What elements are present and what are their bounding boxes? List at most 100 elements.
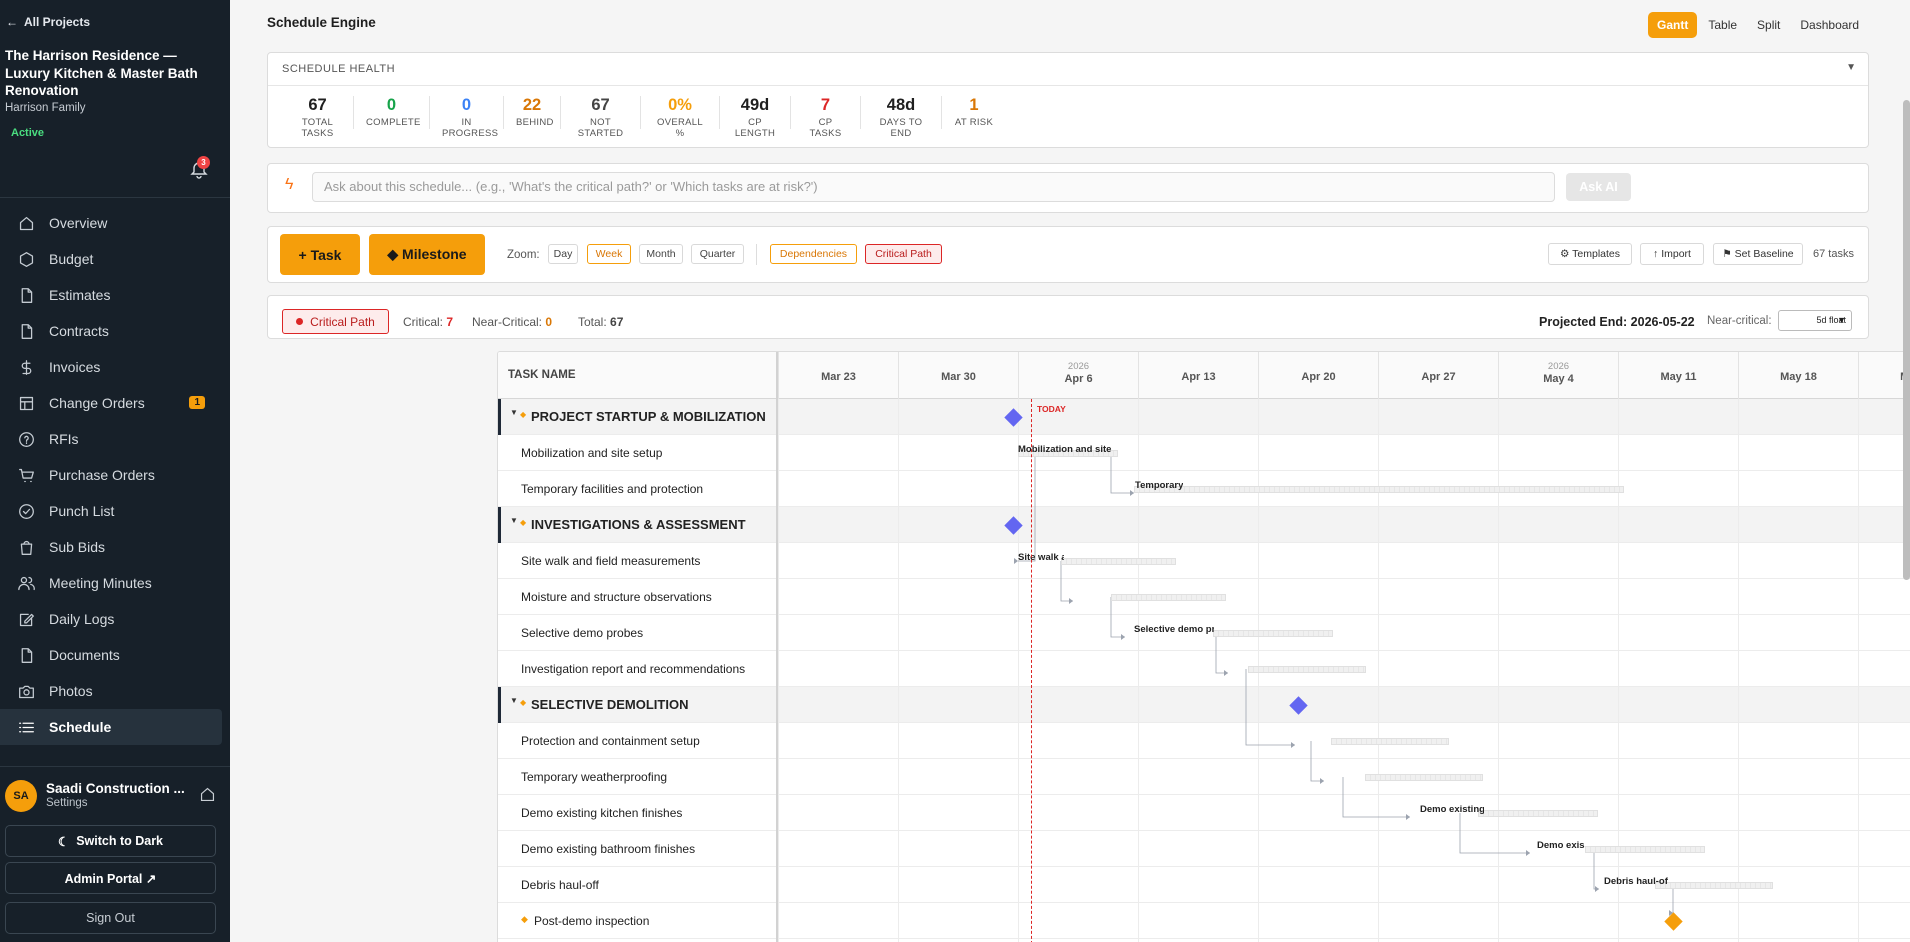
dependency-arrowhead — [1069, 598, 1073, 604]
help-circle-icon — [19, 431, 34, 447]
task-bar[interactable] — [1213, 630, 1333, 637]
near-critical-label: Near-Critical: — [472, 315, 543, 329]
dependency-line — [1060, 561, 1073, 602]
import-button[interactable]: ↑ Import — [1640, 243, 1704, 265]
sidebar-item-invoices[interactable]: Invoices — [0, 349, 230, 385]
task-bar-label: Site walk a — [1018, 552, 1064, 563]
health-metric: 22 BEHIND — [504, 96, 561, 129]
task-bar[interactable] — [1585, 846, 1705, 853]
critical-path-toggle[interactable]: Critical Path — [865, 244, 942, 264]
sidebar-item-budget[interactable]: Budget — [0, 241, 230, 277]
sidebar-item-label: Punch List — [49, 503, 115, 519]
arrow-left-icon: ← — [6, 15, 18, 29]
metric-value: 22 — [522, 96, 542, 114]
ask-ai-button[interactable]: Ask AI — [1566, 173, 1631, 201]
sidebar-item-label: Documents — [49, 647, 120, 663]
critical-label: Critical: — [403, 315, 444, 329]
metric-label: CP LENGTH — [734, 117, 776, 139]
metric-label: CP TASKS — [809, 117, 842, 139]
sidebar-item-label: Invoices — [49, 359, 101, 375]
add-task-button[interactable]: + Task — [280, 234, 360, 275]
dependency-arrowhead — [1291, 742, 1295, 748]
task-bar-label: Mobilization and site s — [1018, 444, 1114, 455]
sidebar-item-sub-bids[interactable]: Sub Bids — [0, 529, 230, 565]
zoom-month-button[interactable]: Month — [639, 244, 683, 264]
metric-value: 48d — [886, 96, 916, 114]
document-icon — [21, 287, 33, 303]
dollar-icon — [21, 359, 32, 375]
task-bar[interactable] — [1478, 810, 1598, 817]
view-tab-dashboard[interactable]: Dashboard — [1791, 12, 1868, 38]
view-tab-split[interactable]: Split — [1748, 12, 1789, 38]
sidebar-item-label: Estimates — [49, 287, 111, 303]
critical-path-pill[interactable]: Critical Path — [282, 309, 389, 334]
sidebar-item-schedule[interactable]: Schedule — [0, 709, 222, 745]
task-bar[interactable] — [1111, 594, 1226, 601]
task-bar[interactable] — [1365, 774, 1483, 781]
admin-portal-button[interactable]: Admin Portal ↗ — [5, 862, 216, 894]
metric-label: BEHIND — [516, 117, 554, 128]
project-title: The Harrison Residence — Luxury Kitchen … — [5, 48, 198, 98]
projected-end: Projected End: 2026-05-22 — [1539, 315, 1695, 329]
task-bar[interactable] — [1061, 558, 1176, 565]
company-avatar[interactable]: SA — [5, 780, 37, 812]
critical-path-bar: Critical Path Critical: 7 Near-Critical:… — [267, 295, 1869, 339]
zoom-quarter-button[interactable]: Quarter — [691, 244, 744, 264]
view-switcher: Gantt Table Split Dashboard — [1648, 12, 1868, 38]
ask-schedule-input[interactable]: Ask about this schedule... (e.g., 'What'… — [312, 172, 1555, 202]
zoom-day-button[interactable]: Day — [548, 244, 578, 264]
templates-button[interactable]: ⚙ Templates — [1548, 243, 1632, 265]
today-line — [1031, 399, 1032, 942]
sidebar-item-daily-logs[interactable]: Daily Logs — [0, 601, 230, 637]
critical-path-pill-label: Critical Path — [310, 314, 375, 329]
sidebar-item-meeting-minutes[interactable]: Meeting Minutes — [0, 565, 230, 601]
view-tab-table[interactable]: Table — [1699, 12, 1746, 38]
main-scrollbar[interactable] — [1903, 100, 1910, 580]
total-count: Total: 67 — [578, 315, 623, 329]
health-metric: 48d DAYS TO END — [861, 96, 942, 139]
dependency-arrowhead — [1595, 886, 1599, 892]
edit-icon — [19, 613, 34, 626]
sidebar-item-change-orders[interactable]: Change Orders 1 — [0, 385, 230, 421]
metric-value: 0% — [668, 96, 692, 114]
panel-divider — [268, 85, 1868, 86]
page-title: Schedule Engine — [267, 15, 376, 30]
company-name[interactable]: Saadi Construction ... — [46, 781, 185, 796]
task-bar[interactable] — [1248, 666, 1366, 673]
task-bar[interactable] — [1331, 738, 1449, 745]
task-bar-label: Selective demo pr — [1134, 624, 1214, 635]
dependencies-toggle[interactable]: Dependencies — [770, 244, 857, 264]
health-metric: 0 COMPLETE — [354, 96, 430, 129]
sidebar-item-overview[interactable]: Overview — [0, 205, 230, 241]
task-count: 67 tasks — [1813, 248, 1854, 260]
back-to-projects-link[interactable]: ← All Projects — [6, 15, 90, 29]
task-bar[interactable] — [1134, 486, 1624, 493]
sidebar-item-label: Schedule — [49, 719, 112, 735]
collapse-caret-icon[interactable]: ▼ — [1846, 62, 1856, 73]
health-metric: 1 AT RISK — [942, 96, 1006, 129]
dependency-arrowhead — [1526, 850, 1530, 856]
sidebar-item-label: Contracts — [49, 323, 109, 339]
near-critical-select[interactable]: 5d float ▼ — [1778, 310, 1852, 331]
sidebar-item-contracts[interactable]: Contracts — [0, 313, 230, 349]
sidebar-item-documents[interactable]: Documents — [0, 637, 230, 673]
task-bar[interactable] — [1655, 882, 1773, 889]
sign-out-button[interactable]: Sign Out — [5, 902, 216, 934]
critical-count: Critical: 7 — [403, 315, 453, 329]
zoom-week-button[interactable]: Week — [587, 244, 631, 264]
dependency-line — [1593, 849, 1599, 890]
sidebar-item-estimates[interactable]: Estimates — [0, 277, 230, 313]
sidebar-item-purchase-orders[interactable]: Purchase Orders — [0, 457, 230, 493]
sidebar-item-label: Budget — [49, 251, 94, 267]
company-settings-link[interactable]: Settings — [46, 797, 88, 809]
sidebar-item-punch-list[interactable]: Punch List — [0, 493, 230, 529]
sidebar-item-rfis[interactable]: RFIs — [0, 421, 230, 457]
set-baseline-button[interactable]: ⚑ Set Baseline — [1713, 243, 1803, 265]
add-milestone-button[interactable]: ◆ Milestone — [369, 234, 485, 275]
home-icon[interactable] — [199, 786, 216, 803]
health-metric: 67 TOTAL TASKS — [282, 96, 354, 139]
view-tab-gantt[interactable]: Gantt — [1648, 12, 1698, 38]
sidebar-item-photos[interactable]: Photos — [0, 673, 230, 709]
switch-theme-button[interactable]: ☾ Switch to Dark — [5, 825, 216, 857]
gantt-toolbar: + Task ◆ Milestone Zoom: Day Week Month … — [267, 226, 1869, 283]
